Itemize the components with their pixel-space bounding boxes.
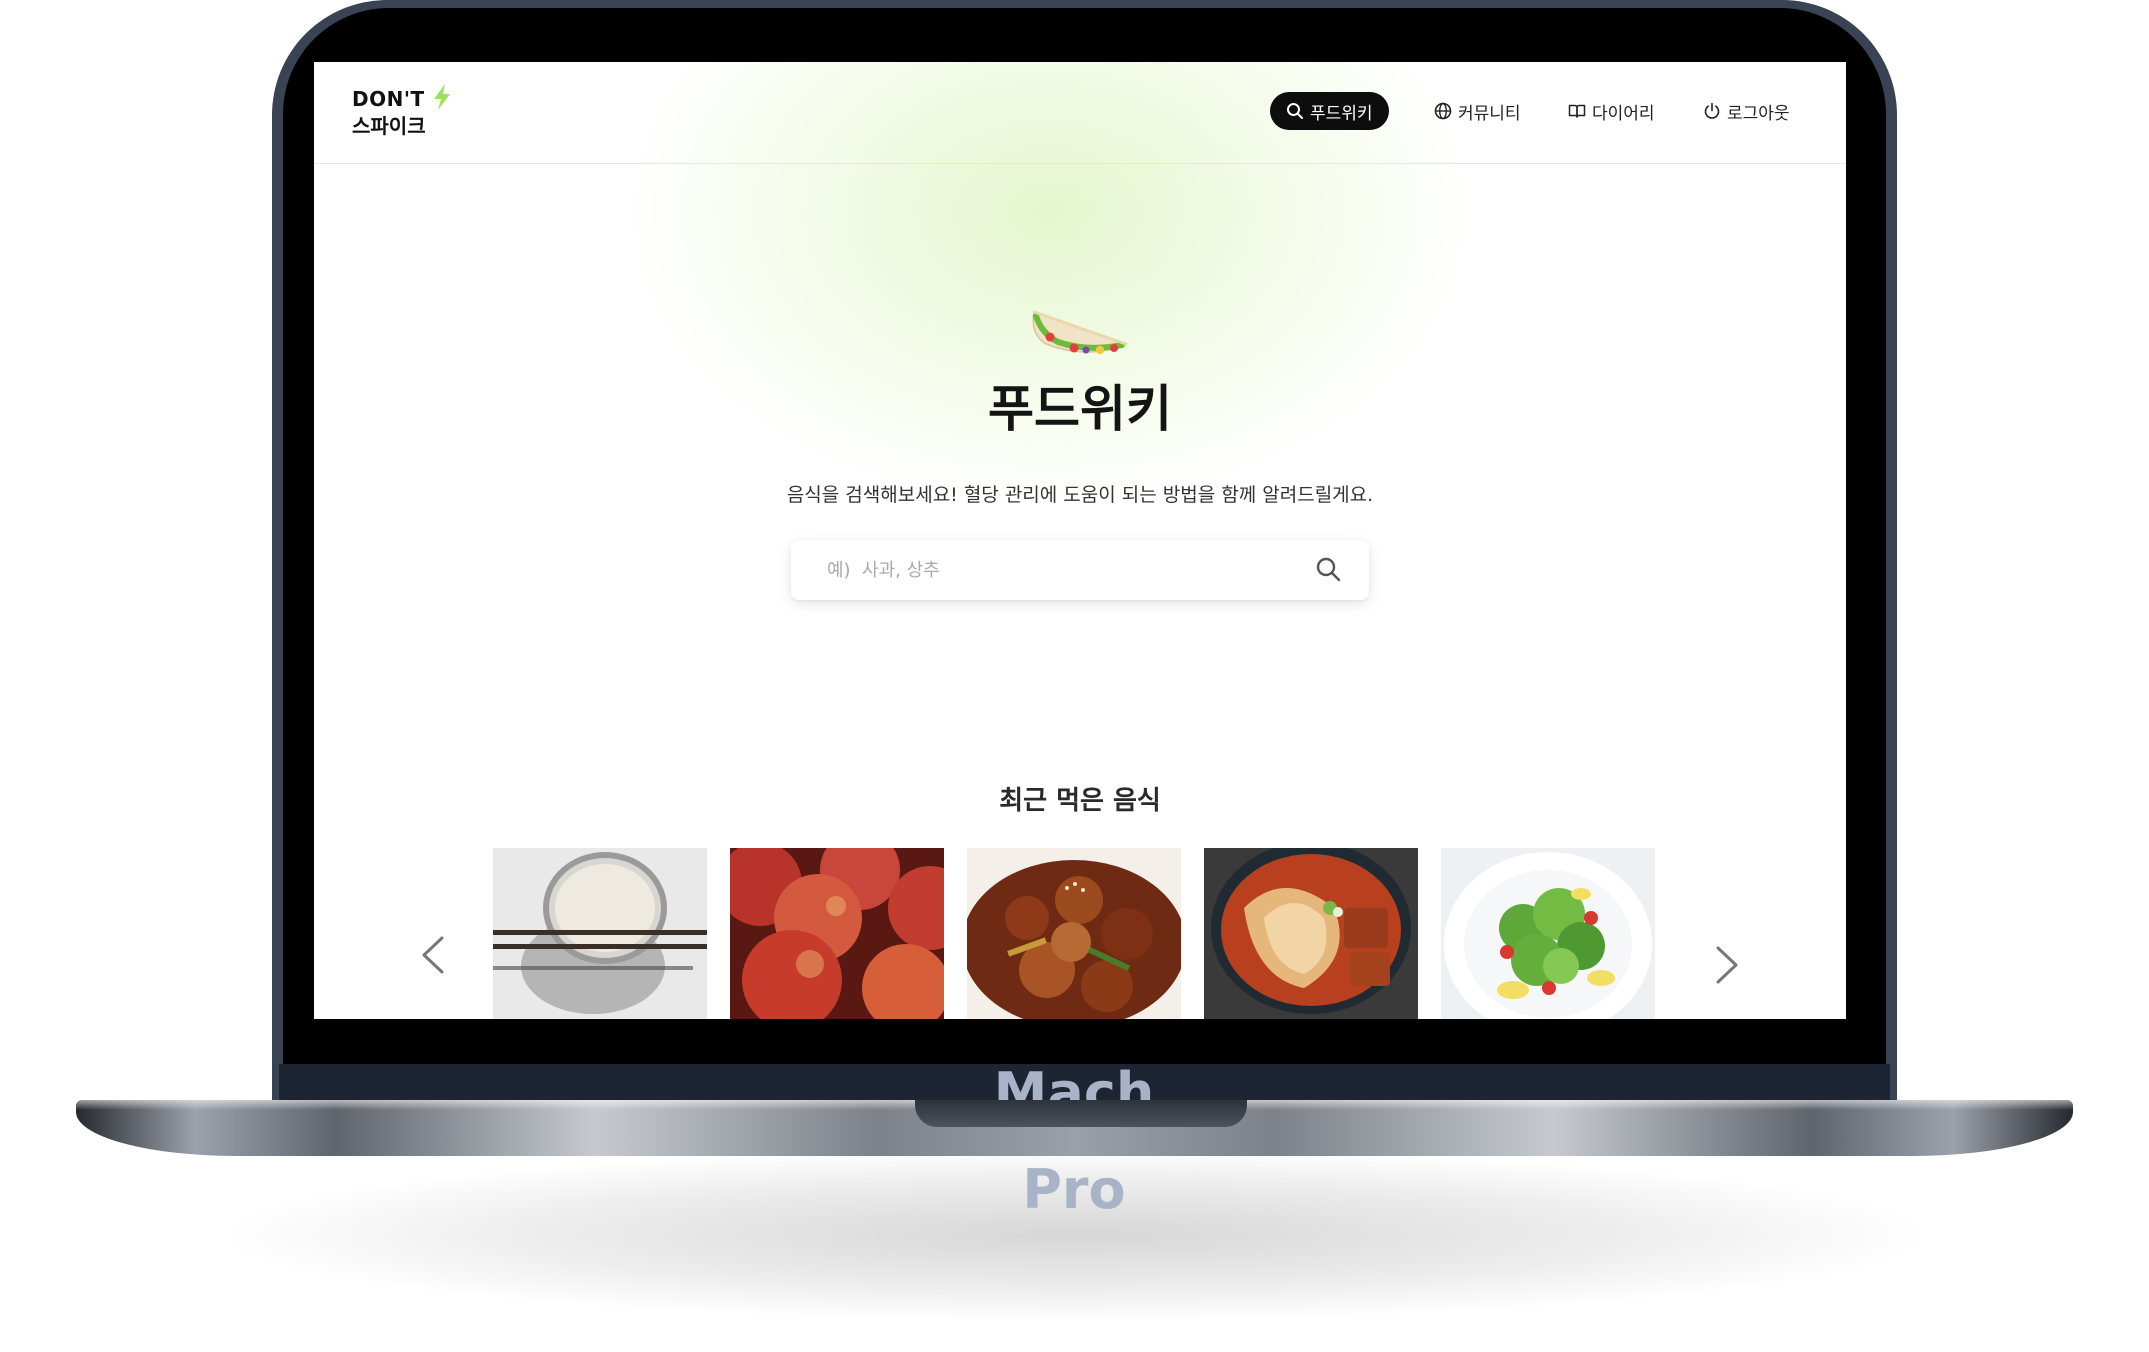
recent-food-card[interactable] (1204, 848, 1418, 1019)
recent-foods-title: 최근 먹은 음식 (999, 786, 1161, 816)
laptop-screen: DON'T 스파이크 푸드위키 커뮤니티 다이어리 로그아웃 푸드위키 음식을 … (314, 62, 1846, 1019)
green-salad-photo (1441, 848, 1655, 1019)
sandwich-icon (1032, 310, 1129, 355)
chevron-right-icon[interactable] (1706, 940, 1746, 990)
page-subtitle: 음식을 검색해보세요! 혈당 관리에 도움이 되는 방법을 함께 알려드릴게요. (786, 484, 1374, 506)
book-icon (1568, 104, 1586, 118)
nav-item-label: 다이어리 (1592, 103, 1655, 124)
lightning-bolt-icon (434, 84, 450, 110)
page-title: 푸드위키 (988, 380, 1172, 438)
top-navbar: DON'T 스파이크 푸드위키 커뮤니티 다이어리 로그아웃 (314, 62, 1846, 164)
kimchi-stew-photo (1204, 848, 1418, 1019)
search-button-icon[interactable] (1313, 554, 1345, 586)
globe-icon (1434, 102, 1452, 120)
nav-item-diary[interactable]: 다이어리 (1568, 92, 1655, 130)
logo-line-1: DON'T (352, 87, 425, 111)
nav-item-community[interactable]: 커뮤니티 (1434, 92, 1521, 130)
nav-item-label: 푸드위키 (1310, 103, 1373, 124)
rice-bowl-with-chopsticks-photo (493, 848, 707, 1019)
power-icon (1704, 102, 1720, 119)
screenshot-stage: Mach Pro DON'T 스파이크 푸드위키 커뮤니티 다이어리 로그아웃 … (0, 0, 2149, 1352)
food-search-input[interactable] (827, 550, 1267, 590)
nav-item-label: 커뮤니티 (1458, 103, 1521, 124)
food-search-box (791, 540, 1369, 600)
chevron-left-icon[interactable] (414, 930, 454, 980)
apples-photo (730, 848, 944, 1019)
nav-item-label: 로그아웃 (1727, 103, 1790, 124)
recent-food-card[interactable] (493, 848, 707, 1019)
laptop-notch (915, 1100, 1247, 1127)
device-model-label-bottom: Pro (1022, 1158, 1126, 1221)
nav-item-foodwiki[interactable]: 푸드위키 (1270, 92, 1389, 130)
recent-food-card[interactable] (730, 848, 944, 1019)
brand-logo[interactable]: DON'T 스파이크 (352, 84, 472, 138)
braised-chicken-photo (967, 848, 1181, 1019)
recent-food-card[interactable] (1441, 848, 1655, 1019)
nav-item-logout[interactable]: 로그아웃 (1703, 92, 1790, 130)
recent-food-card[interactable] (967, 848, 1181, 1019)
search-icon (1287, 103, 1303, 119)
logo-line-2: 스파이크 (352, 114, 426, 138)
